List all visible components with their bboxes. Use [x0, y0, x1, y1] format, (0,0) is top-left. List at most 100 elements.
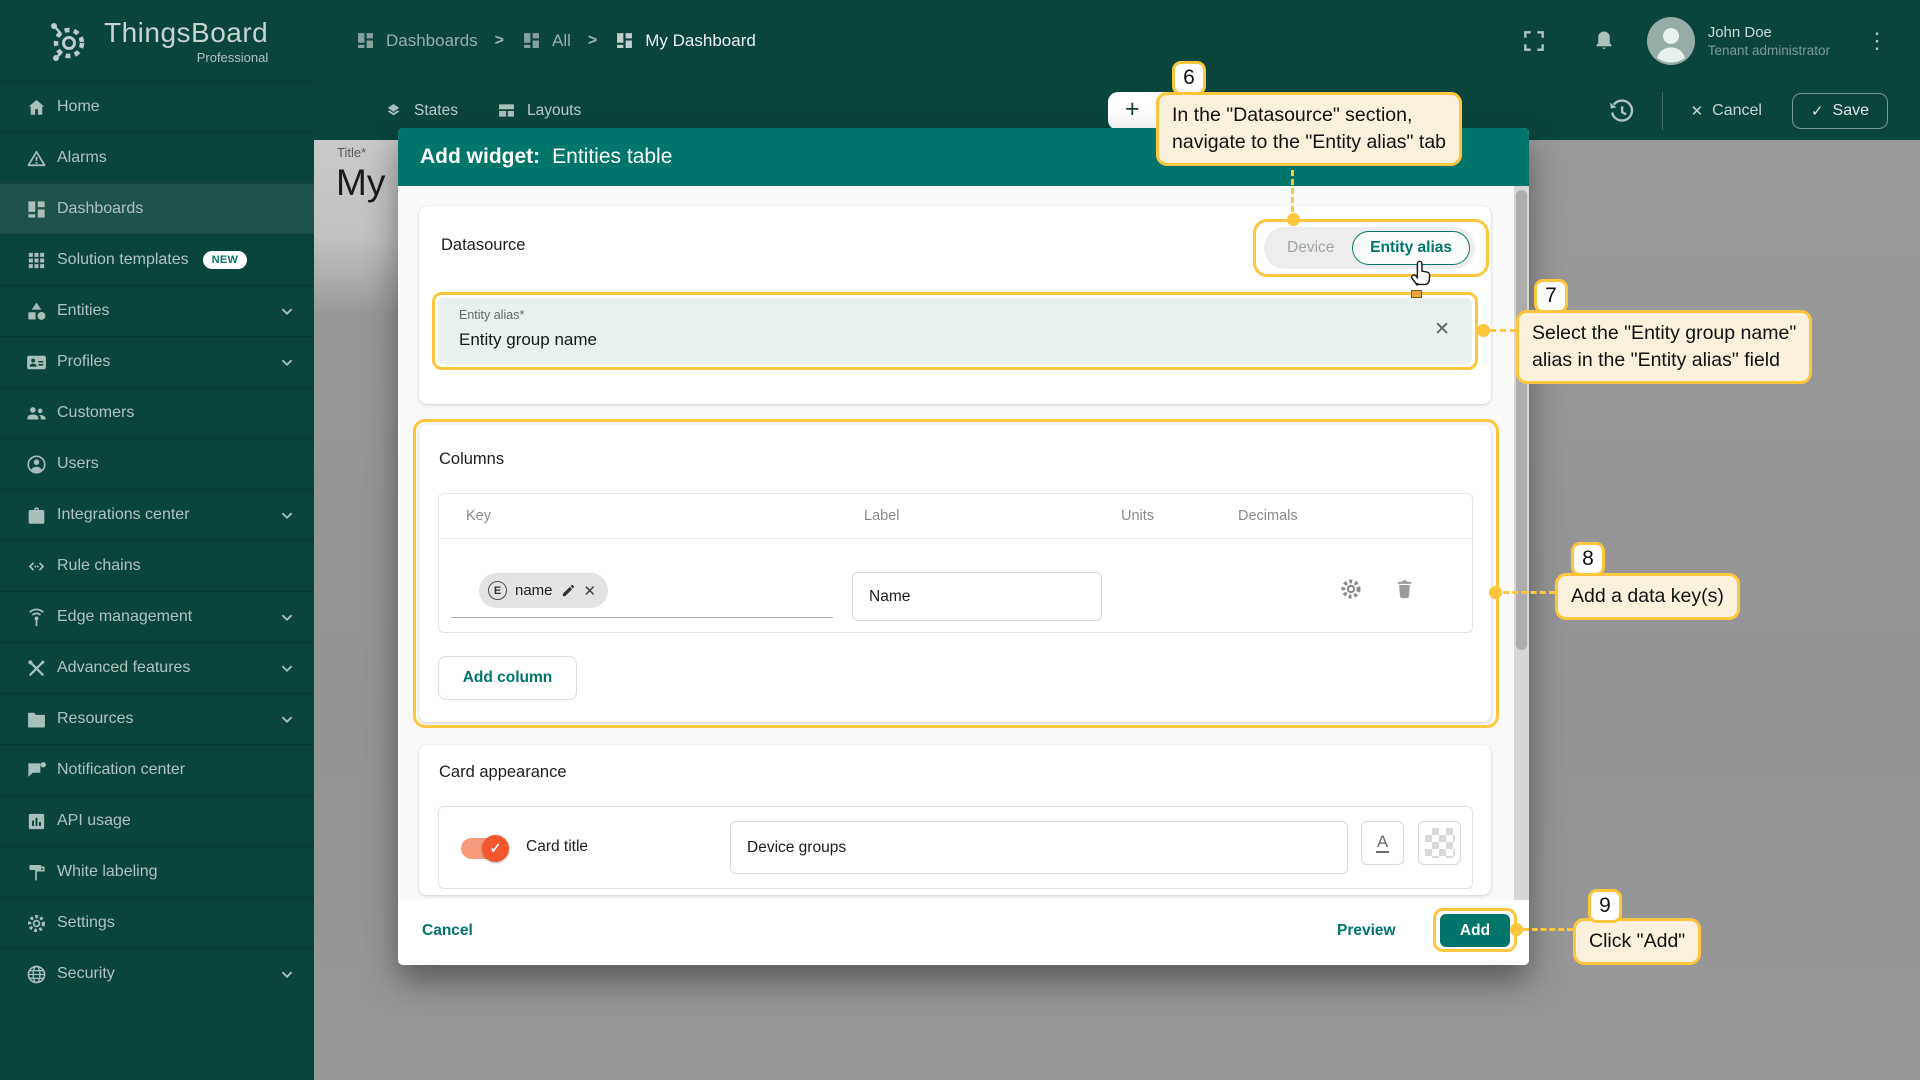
avatar[interactable] — [1647, 17, 1695, 65]
device-tab[interactable]: Device — [1264, 239, 1334, 257]
thingsboard-logo[interactable]: ThingsBoard Professional — [0, 0, 314, 81]
annotation-text: Click "Add" — [1589, 928, 1685, 955]
data-key-chip[interactable]: E name ✕ — [479, 573, 608, 608]
sidebar-item-resources[interactable]: Resources — [0, 693, 314, 744]
remove-key-icon[interactable]: ✕ — [584, 582, 597, 600]
columns-heading: Columns — [439, 450, 504, 469]
people-icon — [25, 402, 48, 425]
sidebar-item-entities[interactable]: Entities — [0, 285, 314, 336]
new-badge: NEW — [203, 251, 248, 269]
category-icon — [25, 300, 48, 323]
cancel-edit-button[interactable]: ✕ Cancel — [1691, 102, 1762, 120]
user-role: Tenant administrator — [1708, 43, 1830, 58]
sidebar-item-profiles[interactable]: Profiles — [0, 336, 314, 387]
entity-alias-select[interactable]: Entity alias* Entity group name ✕ — [438, 298, 1472, 364]
clear-icon[interactable]: ✕ — [1434, 318, 1450, 341]
kebab-menu-icon[interactable]: ⋮ — [1866, 37, 1880, 45]
edit-pencil-icon[interactable] — [561, 583, 576, 598]
sidebar-item-label: Notification center — [57, 761, 185, 779]
sidebar-item-settings[interactable]: Settings — [0, 897, 314, 948]
save-dashboard-button[interactable]: ✓ Save — [1792, 93, 1888, 129]
annotation-connector-7 — [1490, 329, 1516, 332]
sidebar-item-alarms[interactable]: Alarms — [0, 132, 314, 183]
preview-button[interactable]: Preview — [1337, 922, 1396, 940]
sidebar-item-api-usage[interactable]: API usage — [0, 795, 314, 846]
save-label: Save — [1833, 102, 1869, 120]
breadcrumb: Dashboards > All > My Dashboard — [314, 30, 756, 51]
breadcrumb-all[interactable]: All — [521, 30, 571, 51]
sidebar-item-notification-center[interactable]: Notification center — [0, 744, 314, 795]
background-title-label: Title* — [337, 145, 366, 160]
brand-edition: Professional — [104, 50, 268, 65]
chevron-down-icon — [276, 657, 298, 679]
sidebar-item-label: Users — [57, 455, 99, 473]
layers-icon — [383, 100, 404, 121]
user-menu[interactable]: John Doe Tenant administrator — [1708, 24, 1830, 58]
breadcrumb-my-dashboard[interactable]: My Dashboard — [614, 30, 756, 51]
key-input-underline[interactable] — [451, 617, 833, 618]
datasource-type-toggle: Device Entity alias — [1264, 227, 1475, 269]
brand-name: ThingsBoard — [104, 17, 268, 49]
dashboards-icon — [25, 198, 48, 221]
folder-icon — [25, 708, 48, 731]
card-title-row: ✓ Card title A — [438, 806, 1473, 889]
dialog-scrollbar-thumb[interactable] — [1516, 190, 1527, 650]
background-title-value: My — [336, 162, 385, 204]
add-column-button[interactable]: Add column — [438, 656, 577, 700]
sidebar-item-security[interactable]: Security — [0, 948, 314, 999]
color-picker-button[interactable] — [1418, 821, 1461, 865]
row-settings-gear-icon[interactable] — [1338, 576, 1364, 602]
notifications-bell-icon[interactable] — [1591, 28, 1617, 54]
layout-icon — [496, 100, 517, 121]
sidebar-item-solution-templates[interactable]: Solution templates NEW — [0, 234, 314, 285]
annotation-connector-6 — [1291, 170, 1294, 212]
tab-label: Layouts — [527, 102, 581, 120]
annotation-text: In the "Datasource" section, — [1172, 102, 1446, 129]
sidebar-item-dashboards[interactable]: Dashboards — [0, 183, 314, 234]
sidebar-item-integrations-center[interactable]: Integrations center — [0, 489, 314, 540]
breadcrumb-label: Dashboards — [386, 31, 478, 51]
code-brackets-icon — [25, 555, 48, 578]
tab-layouts[interactable]: Layouts — [496, 100, 581, 121]
chevron-down-icon — [276, 504, 298, 526]
sidebar-item-edge-management[interactable]: Edge management — [0, 591, 314, 642]
sidebar-item-rule-chains[interactable]: Rule chains — [0, 540, 314, 591]
chevron-down-icon — [276, 963, 298, 985]
bar-chart-icon — [25, 810, 48, 833]
dialog-footer: Cancel Preview Add — [398, 900, 1529, 965]
dialog-cancel-button[interactable]: Cancel — [422, 922, 473, 940]
sidebar-item-advanced-features[interactable]: Advanced features — [0, 642, 314, 693]
card-title-toggle[interactable]: ✓ — [461, 835, 508, 862]
chevron-down-icon — [276, 351, 298, 373]
sidebar-item-users[interactable]: Users — [0, 438, 314, 489]
annotation-callout-8: Add a data key(s) — [1555, 573, 1740, 620]
toggle-thumb-check-icon: ✓ — [482, 835, 509, 862]
add-button[interactable]: Add — [1440, 914, 1510, 947]
add-column-label: Add column — [463, 669, 553, 687]
sidebar-item-label: Settings — [57, 914, 115, 932]
sidebar-nav: Home Alarms Dashboards Solution template… — [0, 81, 314, 999]
dialog-scrollbar[interactable] — [1514, 186, 1529, 900]
annotation-connector-9 — [1523, 928, 1573, 931]
font-settings-button[interactable]: A — [1361, 821, 1404, 865]
breadcrumb-separator: > — [588, 32, 597, 50]
user-name: John Doe — [1708, 24, 1830, 41]
fullscreen-icon[interactable] — [1521, 28, 1547, 54]
chevron-down-icon — [276, 708, 298, 730]
history-icon[interactable] — [1606, 96, 1636, 126]
dialog-widget-name: Entities table — [552, 145, 672, 169]
card-title-input[interactable] — [730, 821, 1348, 874]
tab-states[interactable]: States — [383, 100, 458, 121]
sidebar-item-white-labeling[interactable]: White labeling — [0, 846, 314, 897]
breadcrumb-dashboards[interactable]: Dashboards — [355, 30, 478, 51]
tab-label: States — [414, 102, 458, 120]
column-header-units: Units — [1121, 508, 1154, 524]
annotation-dot-7 — [1477, 324, 1490, 337]
delete-row-trash-icon[interactable] — [1392, 576, 1417, 601]
sidebar-item-label: White labeling — [57, 863, 158, 881]
column-header-decimals: Decimals — [1238, 508, 1298, 524]
column-label-input[interactable] — [852, 572, 1102, 621]
sidebar-item-customers[interactable]: Customers — [0, 387, 314, 438]
entity-field-type-icon: E — [488, 581, 507, 600]
sidebar-item-home[interactable]: Home — [0, 81, 314, 132]
